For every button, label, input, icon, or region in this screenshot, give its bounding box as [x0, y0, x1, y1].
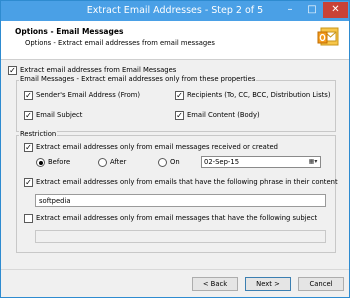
outlook-icon [317, 27, 339, 46]
extract-from-messages-checkbox[interactable]: ✓ [8, 66, 17, 75]
wizard-header: Options - Email Messages Options - Extra… [1, 21, 349, 60]
close-button[interactable]: ✕ [323, 2, 348, 18]
subject-restriction-checkbox[interactable] [24, 214, 33, 223]
minimize-button[interactable]: – [279, 2, 301, 18]
phrase-restriction-label: Extract email addresses only from emails… [36, 178, 338, 186]
page-subtitle: Options - Extract email addresses from e… [25, 39, 215, 47]
phrase-input[interactable]: softpedia [35, 194, 326, 207]
before-radio[interactable] [36, 158, 45, 167]
on-radio[interactable] [158, 158, 167, 167]
after-radio[interactable] [98, 158, 107, 167]
subject-restriction-label: Extract email addresses only from email … [36, 214, 318, 222]
email-content-checkbox[interactable]: ✓ [175, 111, 184, 120]
after-label: After [110, 158, 127, 166]
properties-group-legend: Email Messages - Extract email addresses… [19, 75, 257, 84]
maximize-button[interactable]: □ [301, 2, 323, 18]
date-value: 02-Sep-15 [204, 158, 240, 166]
recipients-label: Recipients (To, CC, BCC, Distribution Li… [187, 91, 331, 99]
next-button[interactable]: Next > [245, 277, 291, 291]
sender-address-label: Sender's Email Address (From) [36, 91, 141, 99]
footer-divider [1, 269, 349, 270]
calendar-dropdown-icon[interactable]: ▦▾ [306, 157, 320, 167]
wizard-window: Extract Email Addresses - Step 2 of 5 – … [0, 0, 350, 298]
back-button[interactable]: < Back [192, 277, 238, 291]
phrase-restriction-checkbox[interactable]: ✓ [24, 178, 33, 187]
email-subject-label: Email Subject [36, 111, 83, 119]
on-label: On [170, 158, 180, 166]
extract-from-messages-label: Extract email addresses from Email Messa… [20, 66, 177, 74]
email-content-label: Email Content (Body) [187, 111, 260, 119]
subject-input[interactable] [35, 230, 326, 243]
sender-address-checkbox[interactable]: ✓ [24, 91, 33, 100]
before-label: Before [48, 158, 71, 166]
date-picker[interactable]: 02-Sep-15 ▦▾ [201, 156, 321, 168]
date-restriction-label: Extract email addresses only from email … [36, 143, 278, 151]
page-title: Options - Email Messages [15, 27, 124, 36]
date-restriction-checkbox[interactable]: ✓ [24, 143, 33, 152]
restriction-group-legend: Restriction [19, 130, 58, 139]
email-subject-checkbox[interactable]: ✓ [24, 111, 33, 120]
recipients-checkbox[interactable]: ✓ [175, 91, 184, 100]
title-bar[interactable]: Extract Email Addresses - Step 2 of 5 – … [1, 1, 349, 21]
properties-group [16, 80, 336, 132]
cancel-button[interactable]: Cancel [298, 277, 344, 291]
